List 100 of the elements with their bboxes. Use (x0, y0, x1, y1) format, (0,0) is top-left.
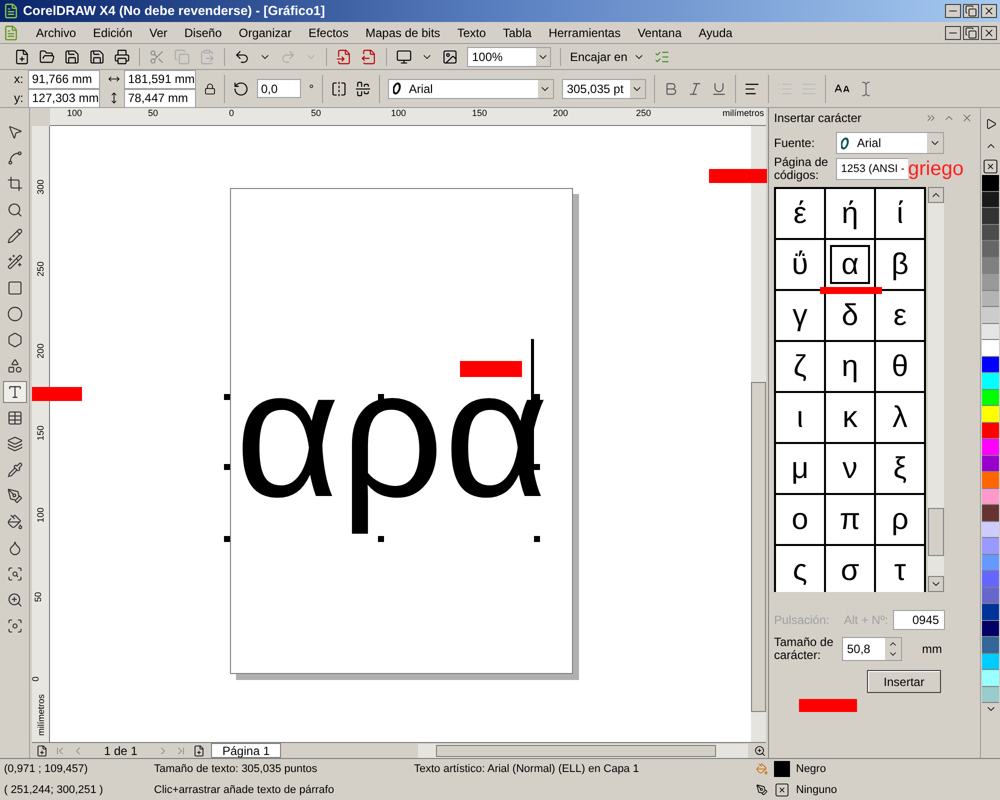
color-swatch[interactable] (982, 620, 999, 637)
x-position-field[interactable]: 91,766 mm (28, 70, 100, 88)
mirror-vertical-icon[interactable] (354, 80, 371, 96)
color-swatch[interactable] (982, 488, 999, 505)
menu-item[interactable]: Edición (93, 24, 132, 42)
color-swatch[interactable] (982, 356, 999, 373)
menu-item[interactable]: Mapas de bits (365, 24, 440, 42)
menu-item[interactable]: Ayuda (698, 24, 732, 42)
image-icon[interactable] (442, 48, 458, 64)
color-swatch[interactable] (982, 571, 999, 588)
print-icon[interactable] (114, 48, 130, 64)
restore-button[interactable] (963, 26, 979, 40)
scroll-thumb[interactable] (436, 744, 716, 756)
new-file-icon[interactable] (14, 48, 30, 64)
color-swatch[interactable] (982, 241, 999, 258)
lock-icon[interactable] (204, 82, 216, 94)
menu-item[interactable]: Ver (149, 24, 168, 42)
zoom-icon[interactable] (754, 744, 766, 756)
selection-handle[interactable] (224, 464, 230, 470)
import-icon[interactable] (336, 48, 352, 64)
color-swatch[interactable] (982, 522, 999, 538)
underline-icon[interactable] (710, 80, 727, 96)
color-swatch[interactable] (982, 538, 999, 554)
font-combo[interactable]: Arial (388, 78, 554, 98)
color-swatch[interactable] (982, 324, 999, 340)
color-swatch[interactable] (982, 439, 999, 456)
color-swatch[interactable] (982, 670, 999, 686)
size-spinner[interactable]: 50,8 (842, 637, 902, 661)
zoom-combo[interactable]: 100% (467, 46, 551, 66)
color-swatch[interactable] (982, 208, 999, 224)
rotation-field[interactable]: 0,0 (257, 79, 301, 98)
mirror-icon[interactable] (330, 80, 347, 96)
font-combo[interactable]: Arial (836, 132, 944, 154)
add-page-icon[interactable] (193, 744, 206, 756)
color-swatch[interactable] (982, 456, 999, 472)
folder-icon[interactable] (39, 48, 55, 64)
selection-handle[interactable] (224, 536, 230, 542)
menu-item[interactable]: Herramientas (548, 24, 621, 42)
flyout-icon[interactable] (984, 118, 996, 130)
color-swatch[interactable] (982, 686, 999, 703)
menu-item[interactable]: Organizar (238, 24, 292, 42)
no-color-swatch[interactable] (982, 158, 999, 175)
color-swatch[interactable] (982, 604, 999, 620)
selection-handle[interactable] (534, 536, 540, 542)
color-swatch[interactable] (982, 654, 999, 670)
color-swatch[interactable] (982, 307, 999, 324)
alt-code-field[interactable]: 0945 (893, 610, 946, 630)
grid-scrollbar[interactable] (928, 187, 944, 592)
color-swatch[interactable] (982, 175, 999, 192)
menu-item[interactable]: Diseño (184, 24, 222, 42)
add-page-icon[interactable] (36, 744, 48, 756)
y-position-field[interactable]: 127,303 mm (28, 88, 100, 108)
color-swatch[interactable] (982, 505, 999, 522)
color-swatch[interactable] (982, 274, 999, 290)
selection-handle[interactable] (224, 394, 230, 400)
close-icon[interactable] (961, 112, 973, 124)
color-swatch[interactable] (982, 422, 999, 439)
selection-handle[interactable] (378, 536, 384, 542)
minimize-button[interactable] (945, 4, 961, 18)
cut-icon[interactable] (149, 48, 165, 64)
save-icon[interactable] (89, 48, 105, 64)
color-swatch[interactable] (982, 290, 999, 307)
color-swatch[interactable] (982, 588, 999, 604)
code-page-combo[interactable]: 1253 (ANSI - (836, 158, 908, 180)
minimize-button[interactable] (945, 26, 961, 40)
insert-button[interactable]: Insertar (867, 670, 941, 693)
scroll-thumb[interactable] (751, 382, 766, 712)
close-button[interactable] (981, 26, 997, 40)
undo-icon[interactable] (234, 48, 250, 64)
vertical-scrollbar[interactable] (751, 126, 766, 742)
color-swatch[interactable] (982, 554, 999, 571)
menu-item[interactable]: Ventana (638, 24, 682, 42)
menu-item[interactable]: Archivo (36, 24, 76, 42)
menu-item[interactable]: Texto (457, 24, 486, 42)
color-swatch[interactable] (982, 340, 999, 356)
horizontal-scrollbar[interactable] (418, 744, 748, 758)
expand-icon[interactable] (925, 112, 937, 124)
height-field[interactable]: 78,447 mm (124, 88, 196, 108)
width-field[interactable]: 181,591 mm (124, 70, 196, 88)
color-swatch[interactable] (982, 390, 999, 406)
tool-button[interactable] (2, 381, 26, 403)
menu-item[interactable]: Efectos (308, 24, 348, 42)
first-page-icon[interactable] (54, 744, 66, 756)
scroll-thumb[interactable] (928, 508, 944, 556)
close-button[interactable] (981, 4, 997, 18)
monitor-icon[interactable] (396, 48, 412, 64)
snap-dropdown[interactable]: Encajar en (570, 48, 646, 66)
color-swatch[interactable] (982, 258, 999, 274)
character-cell[interactable]: α (830, 245, 870, 284)
restore-button[interactable] (963, 4, 979, 18)
menu-item[interactable]: Tabla (502, 24, 532, 42)
color-swatch[interactable] (982, 406, 999, 422)
color-swatch[interactable] (982, 192, 999, 208)
save-icon[interactable] (64, 48, 80, 64)
page-tab[interactable]: Página 1 (211, 743, 281, 758)
font-size-combo[interactable]: 305,035 pt (562, 78, 646, 98)
document-icon[interactable] (3, 24, 19, 40)
color-swatch[interactable] (982, 224, 999, 241)
color-swatch[interactable] (982, 637, 999, 654)
color-swatch[interactable] (982, 373, 999, 390)
